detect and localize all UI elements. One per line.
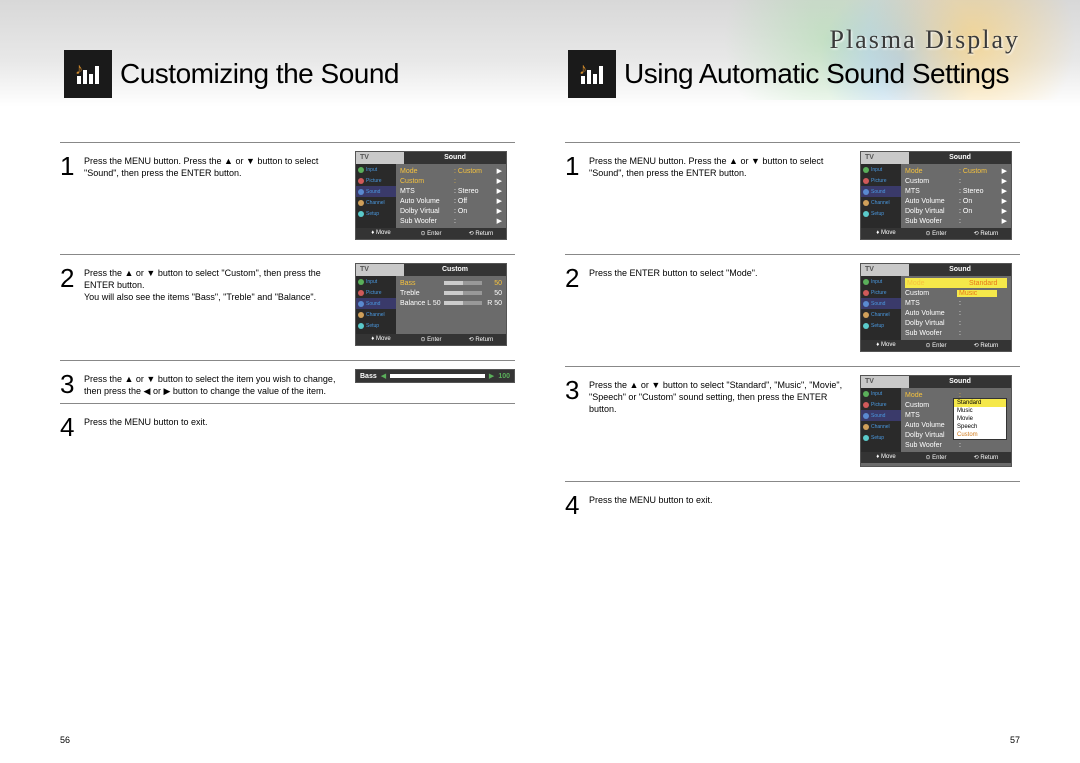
right-title-group: ♪ Using Automatic Sound Settings	[568, 50, 1009, 98]
left-arrow-icon: ◀	[381, 372, 386, 380]
osd-sound-menu: TVSound InputPictureSoundChannelSetup Mo…	[860, 151, 1012, 240]
step-number: 3	[60, 369, 84, 397]
osd-tv-label: TV	[356, 264, 404, 276]
osd-title: Sound	[909, 152, 1011, 164]
step-text: Press the MENU button to exit.	[589, 490, 860, 518]
slider-value: 100	[498, 373, 510, 380]
step-text: Press the ENTER button to select "Mode".	[589, 263, 860, 291]
sound-icon: ♪	[568, 50, 616, 98]
osd-title: Sound	[909, 264, 1011, 276]
left-page: 1 Press the MENU button. Press the ▲ or …	[60, 136, 515, 518]
osd-mode-dropdown: TVSound InputPictureSoundChannelSetup Mo…	[860, 375, 1012, 467]
step-number: 2	[60, 263, 84, 303]
osd-mode-highlight: TVSound InputPictureSoundChannelSetup Mo…	[860, 263, 1012, 352]
sound-icon: ♪	[64, 50, 112, 98]
step-text: Press the MENU button. Press the ▲ or ▼ …	[589, 151, 860, 179]
osd-slider: Bass ◀ ▶ 100	[355, 369, 515, 383]
mode-dropdown: StandardMusicMovieSpeechCustom	[953, 398, 1007, 440]
right-arrow-icon: ▶	[489, 372, 494, 380]
slider-label: Bass	[360, 373, 377, 380]
step-text: Press the ▲ or ▼ button to select the it…	[84, 369, 355, 397]
step-number: 4	[60, 412, 84, 440]
osd-sound-menu: TVSound InputPictureSoundChannelSetup Mo…	[355, 151, 507, 240]
step-number: 4	[565, 490, 589, 518]
step-text: Press the MENU button. Press the ▲ or ▼ …	[84, 151, 355, 179]
osd-title: Sound	[404, 152, 506, 164]
osd-tv-label: TV	[861, 264, 909, 276]
osd-title: Custom	[404, 264, 506, 276]
header: ♪ Customizing the Sound ♪ Using Automati…	[0, 0, 1080, 100]
osd-tv-label: TV	[356, 152, 404, 164]
step-number: 3	[565, 375, 589, 415]
osd-tv-label: TV	[861, 376, 909, 388]
step-text: Press the ▲ or ▼ button to select "Stand…	[589, 375, 860, 415]
left-title-group: ♪ Customizing the Sound	[64, 50, 399, 98]
step-text: Press the MENU button to exit.	[84, 412, 355, 440]
right-page: 1 Press the MENU button. Press the ▲ or …	[565, 136, 1020, 518]
right-title: Using Automatic Sound Settings	[624, 58, 1009, 90]
step-number: 2	[565, 263, 589, 291]
step-text: Press the ▲ or ▼ button to select "Custo…	[84, 263, 355, 303]
osd-tv-label: TV	[861, 152, 909, 164]
step-number: 1	[60, 151, 84, 179]
page-number-left: 56	[60, 735, 70, 745]
page-number-right: 57	[1010, 735, 1020, 745]
osd-custom-menu: TVCustom InputPictureSoundChannelSetup B…	[355, 263, 507, 346]
step-number: 1	[565, 151, 589, 179]
osd-title: Sound	[909, 376, 1011, 388]
left-title: Customizing the Sound	[120, 58, 399, 90]
